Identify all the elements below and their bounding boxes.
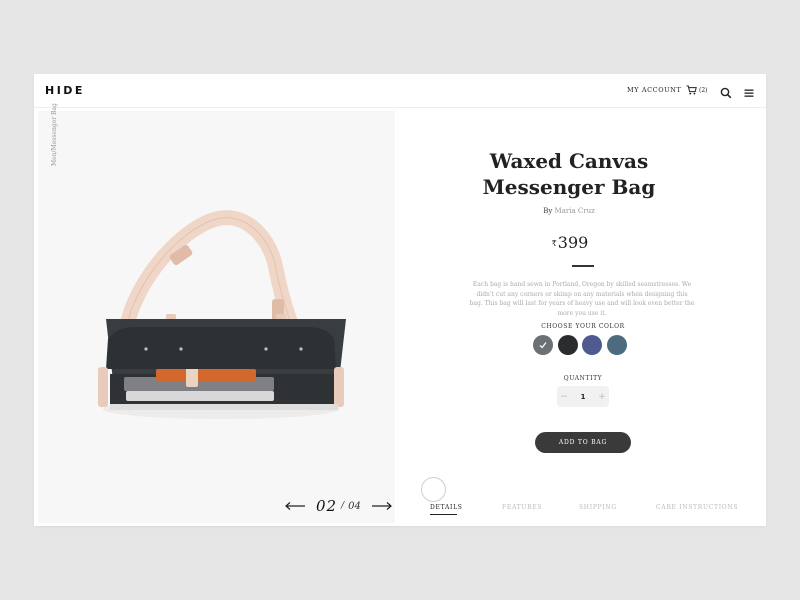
price-value: 399 [557, 233, 589, 252]
cart-button[interactable]: (2) [686, 84, 708, 96]
product-byline: By Maria Cruz [449, 207, 689, 215]
arrow-right-icon[interactable] [371, 501, 393, 511]
page-separator: / [341, 501, 345, 511]
product-title: Waxed Canvas Messenger Bag [449, 148, 689, 200]
arrow-left-icon[interactable] [284, 501, 306, 511]
tab-details[interactable]: DETAILS [430, 504, 463, 511]
product-title-line1: Waxed Canvas [489, 149, 649, 173]
color-swatch-black[interactable] [557, 335, 578, 355]
quantity-decrement-button[interactable]: − [557, 392, 571, 402]
quantity-increment-button[interactable]: + [595, 392, 609, 402]
total-pages-number: 04 [348, 500, 361, 512]
cart-icon [686, 85, 697, 95]
color-swatch-navy[interactable] [582, 335, 602, 355]
search-icon [720, 87, 732, 99]
byline-prefix: By [543, 207, 553, 215]
check-icon [539, 342, 547, 349]
brand-logo[interactable]: HIDE [45, 84, 85, 97]
product-title-line2: Messenger Bag [482, 175, 656, 199]
quantity-label: QUANTITY [563, 375, 603, 382]
scroll-indicator-circle [421, 477, 446, 502]
active-tab-underline [430, 514, 457, 515]
add-to-bag-button[interactable]: ADD TO BAG [535, 432, 631, 453]
color-swatch-grey[interactable] [533, 335, 553, 355]
color-swatches [533, 335, 631, 355]
product-price: ₹399 [500, 233, 640, 252]
my-account-link[interactable]: MY ACCOUNT [627, 86, 681, 94]
top-navigation-bar: HIDE MY ACCOUNT (2) [34, 74, 766, 108]
currency-symbol: ₹ [551, 239, 557, 248]
author-name[interactable]: Maria Cruz [555, 207, 595, 215]
current-page-number: 02 [316, 497, 338, 515]
price-divider [572, 265, 594, 267]
tab-features[interactable]: FEATURES [502, 504, 542, 511]
quantity-stepper: − + [557, 386, 609, 407]
choose-color-label: CHOOSE YOUR COLOR [541, 323, 625, 330]
product-description: Each bag is hand sewn in Portland, Orego… [469, 281, 695, 317]
product-image-panel: Men/Messenger Bag 02 / 04 [38, 103, 395, 523]
product-image-bag [98, 210, 346, 419]
menu-button[interactable] [743, 84, 755, 97]
quantity-input[interactable] [573, 392, 593, 401]
image-pager: 02 / 04 [284, 497, 393, 515]
cart-count: (2) [699, 86, 708, 94]
tab-shipping[interactable]: SHIPPING [579, 504, 617, 511]
color-swatch-slate-blue[interactable] [606, 335, 627, 355]
tab-care-instructions[interactable]: CARE INSTRUCTIONS [656, 504, 738, 511]
hamburger-menu-icon [744, 89, 754, 97]
category-vertical-label: Men/Messenger Bag [51, 103, 58, 166]
search-button[interactable] [720, 84, 732, 99]
